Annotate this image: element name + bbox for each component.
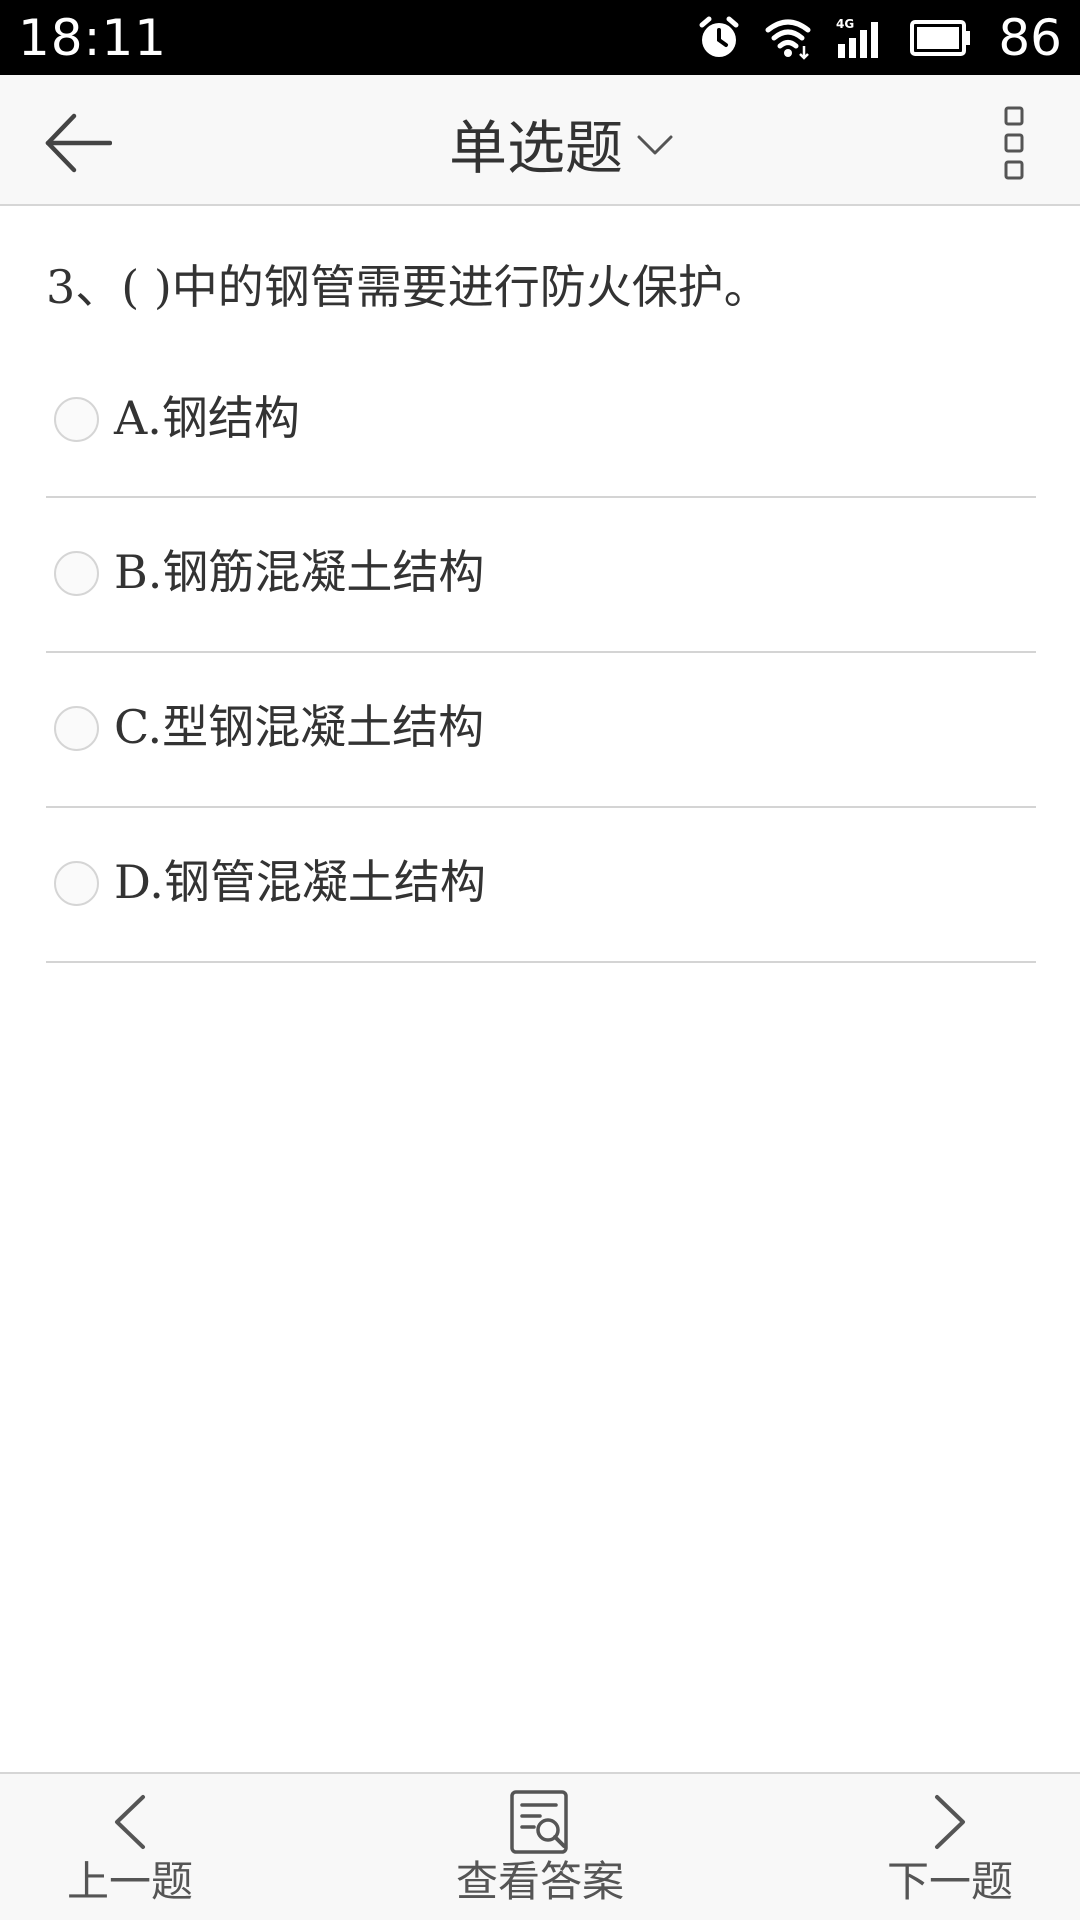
- page-title: 单选题: [448, 114, 623, 182]
- option-label: D.钢管混凝土结构: [114, 855, 486, 909]
- view-answer-button[interactable]: 查看答案: [440, 1774, 640, 1922]
- network-type-label: 4G: [836, 17, 854, 31]
- chevron-left-icon: [115, 1795, 145, 1849]
- option-c[interactable]: C.型钢混凝土结构: [46, 653, 1036, 808]
- wifi-icon: [765, 19, 811, 60]
- radio-button[interactable]: [54, 551, 99, 596]
- radio-button[interactable]: [54, 861, 99, 906]
- bottom-nav: 上一题 查看答案 下一题: [0, 1772, 1080, 1920]
- view-answer-label: 查看答案: [455, 1857, 624, 1906]
- status-bar: 18:11 4G 86: [0, 0, 1080, 75]
- option-label: B.钢筋混凝土结构: [114, 545, 485, 599]
- option-label: C.型钢混凝土结构: [114, 700, 485, 754]
- battery-level: 86: [998, 9, 1062, 67]
- alarm-icon: [699, 16, 739, 57]
- document-search-icon: [510, 1790, 568, 1854]
- next-question-button[interactable]: 下一题: [880, 1774, 1020, 1922]
- prev-question-label: 上一题: [66, 1857, 193, 1906]
- battery-icon: [910, 20, 971, 56]
- option-d[interactable]: D.钢管混凝土结构: [46, 808, 1036, 963]
- radio-button[interactable]: [54, 397, 99, 442]
- radio-button[interactable]: [54, 706, 99, 751]
- option-label: A.钢结构: [114, 391, 300, 445]
- chevron-right-icon: [935, 1795, 965, 1849]
- next-question-label: 下一题: [886, 1857, 1013, 1906]
- status-time: 18:11: [18, 9, 168, 67]
- status-icons: 4G 86: [696, 8, 1062, 68]
- prev-question-button[interactable]: 上一题: [60, 1774, 200, 1922]
- chevron-down-icon: [637, 135, 673, 155]
- option-a[interactable]: A.钢结构: [46, 345, 1036, 498]
- option-b[interactable]: B.钢筋混凝土结构: [46, 498, 1036, 653]
- more-vertical-icon: [1004, 106, 1024, 180]
- more-button[interactable]: [984, 103, 1044, 183]
- cellular-signal-icon: 4G: [836, 17, 879, 58]
- app-bar: 单选题: [0, 75, 1080, 206]
- question-text: 3、( )中的钢管需要进行防火保护。: [46, 260, 770, 314]
- option-list: A.钢结构 B.钢筋混凝土结构 C.型钢混凝土结构 D.钢管混凝土结构: [46, 345, 1036, 963]
- title-dropdown[interactable]: 单选题: [0, 105, 1080, 182]
